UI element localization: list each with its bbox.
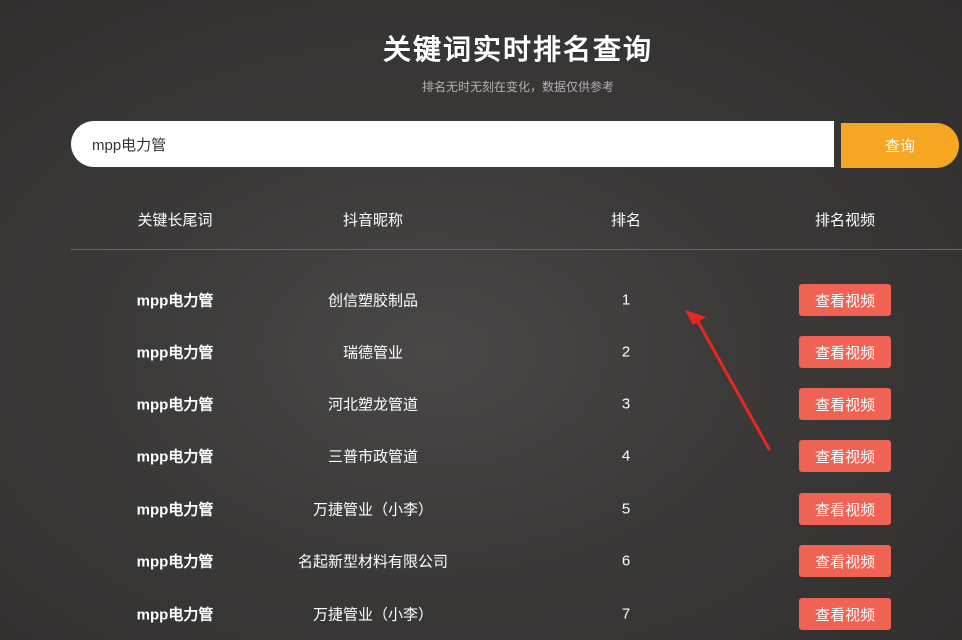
keyword-cell: mpp电力管 [136, 396, 214, 414]
keyword-cell: mpp电力管 [136, 344, 214, 362]
nickname-cell: 瑞德管业 [342, 344, 404, 362]
column-header-nickname: 抖音昵称 [342, 212, 404, 229]
page-subtitle: 排名无时无刻在变化，数据仅供参考 [421, 80, 614, 94]
keyword-cell: mpp电力管 [136, 448, 214, 466]
rank-cell: 2 [621, 343, 631, 361]
table-row: mpp电力管 万捷管业（小李） 7 查看视频 [0, 596, 962, 632]
table-row: mpp电力管 瑞德管业 2 查看视频 [0, 334, 962, 370]
rank-cell: 3 [621, 395, 631, 413]
keyword-cell: mpp电力管 [136, 501, 214, 519]
nickname-cell: 名起新型材料有限公司 [297, 553, 449, 571]
page-title: 关键词实时排名查询 [382, 34, 653, 65]
table-row: mpp电力管 三普市政管道 4 查看视频 [0, 438, 962, 474]
rank-cell: 5 [621, 500, 631, 518]
rank-cell: 6 [621, 552, 631, 570]
keyword-cell: mpp电力管 [136, 292, 214, 310]
nickname-cell: 河北塑龙管道 [327, 396, 419, 414]
view-video-button[interactable]: 查看视频 [799, 598, 891, 630]
rank-cell: 1 [621, 291, 631, 309]
nickname-cell: 万捷管业（小李） [312, 606, 434, 624]
search-button[interactable]: 查询 [841, 123, 959, 168]
keyword-cell: mpp电力管 [136, 553, 214, 571]
nickname-cell: 万捷管业（小李） [312, 501, 434, 519]
search-bar [71, 121, 834, 167]
table-row: mpp电力管 万捷管业（小李） 5 查看视频 [0, 491, 962, 527]
column-header-video: 排名视频 [814, 212, 876, 229]
table-row: mpp电力管 创信塑胶制品 1 查看视频 [0, 282, 962, 318]
rank-cell: 7 [621, 605, 631, 623]
nickname-cell: 创信塑胶制品 [327, 292, 419, 310]
view-video-button[interactable]: 查看视频 [799, 493, 891, 525]
nickname-cell: 三普市政管道 [327, 448, 419, 466]
header-divider [71, 249, 962, 250]
view-video-button[interactable]: 查看视频 [799, 336, 891, 368]
view-video-button[interactable]: 查看视频 [799, 284, 891, 316]
view-video-button[interactable]: 查看视频 [799, 440, 891, 472]
column-header-keyword: 关键长尾词 [137, 212, 213, 229]
table-row: mpp电力管 河北塑龙管道 3 查看视频 [0, 386, 962, 422]
column-header-rank: 排名 [610, 212, 642, 229]
page-header: 关键词实时排名查询 排名无时无刻在变化，数据仅供参考 [0, 28, 962, 95]
keyword-cell: mpp电力管 [136, 606, 214, 624]
table-row: mpp电力管 名起新型材料有限公司 6 查看视频 [0, 543, 962, 579]
search-input[interactable] [90, 134, 834, 154]
view-video-button[interactable]: 查看视频 [799, 545, 891, 577]
rank-cell: 4 [621, 447, 631, 465]
view-video-button[interactable]: 查看视频 [799, 388, 891, 420]
